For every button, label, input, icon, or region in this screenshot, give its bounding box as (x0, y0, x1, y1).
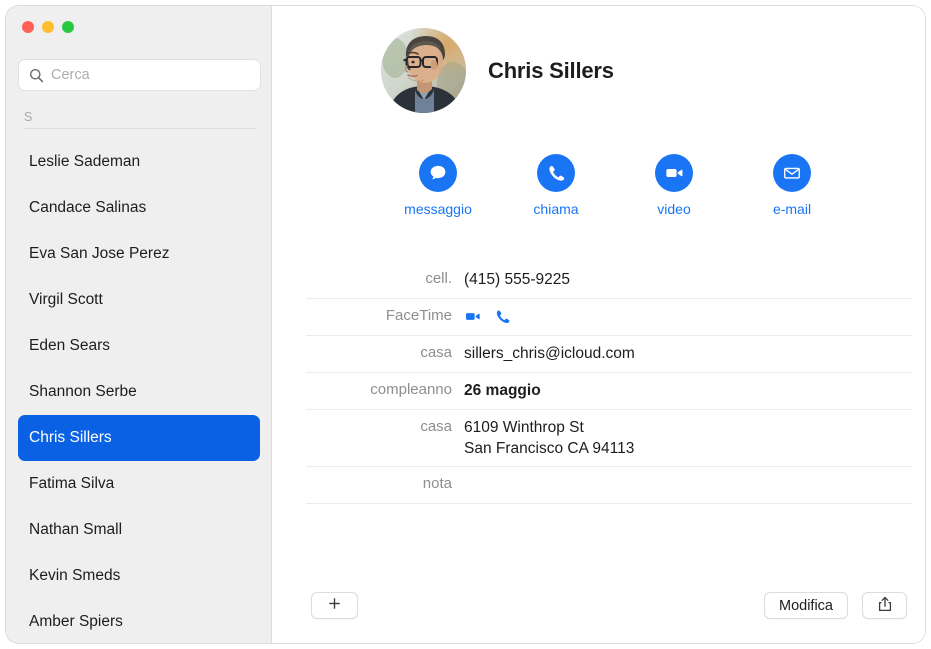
contact-fields: cell.(415) 555-9225FaceTimecasasillers_c… (306, 262, 912, 504)
share-button[interactable] (862, 592, 907, 619)
contact-list-item[interactable]: Eden Sears (18, 323, 260, 369)
contact-list-item-selected[interactable]: Chris Sillers (18, 415, 260, 461)
contact-list-item-label: Shannon Serbe (29, 383, 137, 401)
close-button[interactable] (22, 21, 34, 33)
contact-list-item-label: Candace Salinas (29, 199, 146, 217)
contact-list-item-label: Amber Spiers (29, 613, 123, 631)
action-messaggio[interactable]: messaggio (410, 154, 466, 217)
field-label: compleanno (306, 373, 452, 398)
contact-list-item-label: Eva San Jose Perez (29, 245, 169, 263)
minimize-button[interactable] (42, 21, 54, 33)
contact-list-item[interactable]: Leslie Sademan (18, 139, 260, 185)
field-value[interactable]: 6109 Winthrop StSan Francisco CA 94113 (452, 410, 912, 466)
facetime-video-icon[interactable] (464, 308, 481, 330)
quick-actions: messaggio chiama video e-mail (410, 154, 820, 217)
contact-list[interactable]: Leslie Sademan Candace Salinas Eva San Jos… (6, 139, 272, 643)
field-row: casasillers_chris@icloud.com (306, 336, 912, 373)
contact-list-item-label: Leslie Sademan (29, 153, 140, 171)
contact-list-item[interactable]: Fatima Silva (18, 461, 260, 507)
field-label: casa (306, 336, 452, 361)
contact-name: Chris Sillers (488, 58, 614, 84)
contacts-window: S Leslie Sademan Candace Salinas Eva San J… (6, 6, 925, 643)
contact-list-item[interactable]: Eva San Jose Perez (18, 231, 260, 277)
action-video[interactable]: video (646, 154, 702, 217)
contact-list-item-label: Eden Sears (29, 337, 110, 355)
field-label: casa (306, 410, 452, 435)
field-value[interactable] (452, 467, 912, 502)
share-icon (878, 596, 892, 616)
facetime-actions (452, 299, 511, 330)
avatar[interactable] (381, 28, 466, 113)
section-header-s: S (24, 110, 256, 129)
contact-list-item[interactable]: Candace Salinas (18, 185, 260, 231)
contact-list-item[interactable]: Shannon Serbe (18, 369, 260, 415)
action-label: video (657, 201, 690, 217)
action-chiama[interactable]: chiama (528, 154, 584, 217)
field-label: FaceTime (306, 299, 452, 324)
field-value[interactable]: 26 maggio (452, 373, 912, 408)
address-line: 6109 Winthrop St (464, 417, 912, 438)
video-icon (655, 154, 693, 192)
phone-icon (537, 154, 575, 192)
mail-icon (773, 154, 811, 192)
field-label: cell. (306, 262, 452, 287)
field-row: FaceTime (306, 299, 912, 336)
maximize-button[interactable] (62, 21, 74, 33)
contact-list-item-label: Nathan Small (29, 521, 122, 539)
field-row: casa6109 Winthrop StSan Francisco CA 941… (306, 410, 912, 467)
bottom-toolbar: Modifica (272, 581, 925, 643)
field-row: cell.(415) 555-9225 (306, 262, 912, 299)
field-value[interactable]: (415) 555-9225 (452, 262, 912, 297)
search-icon (29, 68, 44, 83)
contact-header: Chris Sillers (381, 28, 614, 113)
plus-icon (328, 597, 341, 614)
sidebar: S Leslie Sademan Candace Salinas Eva San J… (6, 6, 272, 643)
field-row: nota (306, 467, 912, 504)
contact-list-item[interactable]: Kevin Smeds (18, 553, 260, 599)
field-value[interactable]: sillers_chris@icloud.com (452, 336, 912, 371)
action-label: messaggio (404, 201, 472, 217)
contact-list-item-label: Chris Sillers (29, 429, 112, 447)
add-contact-button[interactable] (311, 592, 358, 619)
field-row: compleanno26 maggio (306, 373, 912, 410)
action-label: e-mail (773, 201, 811, 217)
search-input[interactable] (51, 67, 260, 83)
contact-list-item-label: Kevin Smeds (29, 567, 120, 585)
edit-button[interactable]: Modifica (764, 592, 848, 619)
message-icon (419, 154, 457, 192)
field-label: nota (306, 467, 452, 492)
action-e-mail[interactable]: e-mail (764, 154, 820, 217)
facetime-phone-icon[interactable] (494, 308, 511, 330)
window-controls (22, 21, 74, 33)
contact-list-item[interactable]: Virgil Scott (18, 277, 260, 323)
contact-detail-pane: Chris Sillers messaggio chiama video e-mail… (272, 6, 925, 643)
contact-list-item[interactable]: Amber Spiers (18, 599, 260, 643)
contact-list-item-label: Fatima Silva (29, 475, 114, 493)
search-field[interactable] (18, 59, 261, 91)
contact-list-item-label: Virgil Scott (29, 291, 103, 309)
contact-list-item[interactable]: Nathan Small (18, 507, 260, 553)
action-label: chiama (533, 201, 578, 217)
address-line: San Francisco CA 94113 (464, 438, 912, 459)
